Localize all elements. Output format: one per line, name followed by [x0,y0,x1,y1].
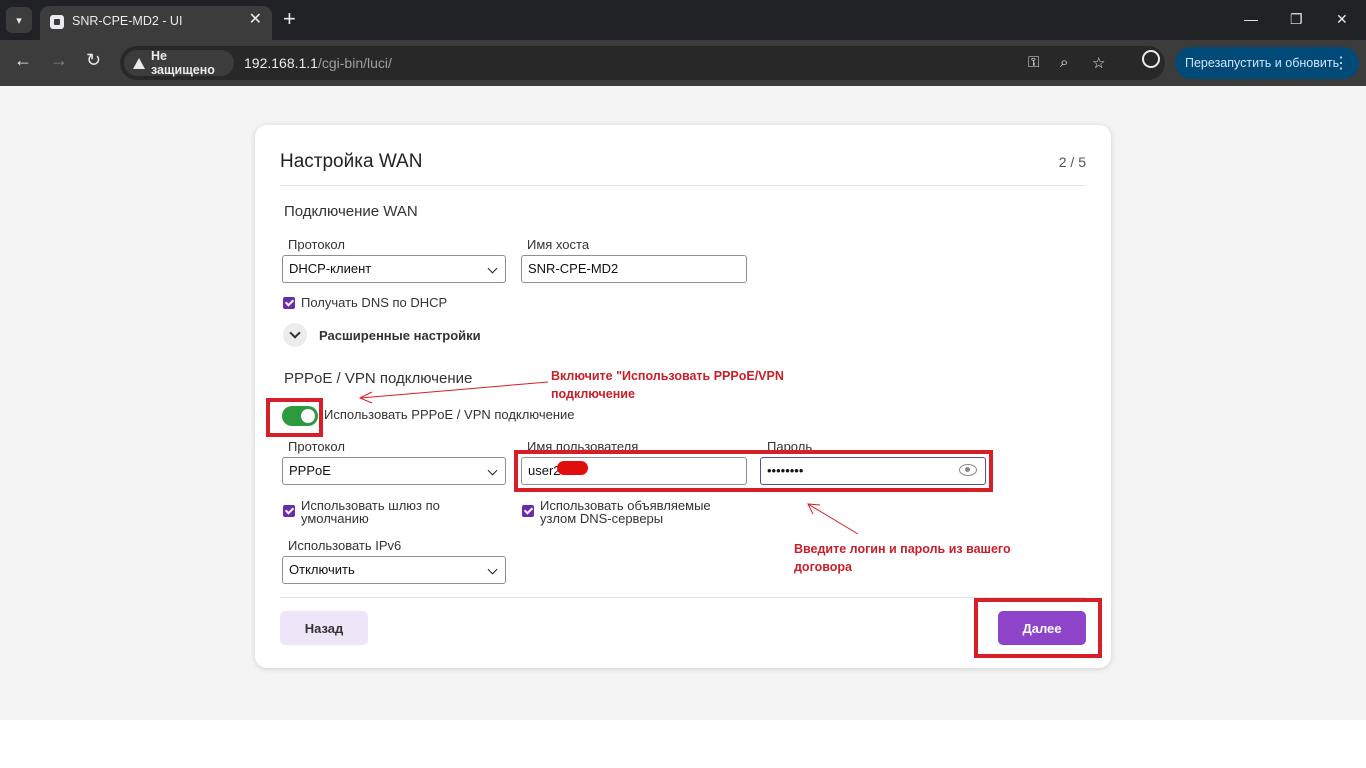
note-toggle: Включите "Использовать PPPoE/VPN подключ… [551,367,784,403]
arrow-to-credentials [807,503,859,535]
arrow-to-toggle [359,381,549,399]
note-credentials-line1: Введите логин и пароль из вашего [794,542,1011,556]
note-toggle-line2: подключение [551,387,635,401]
note-toggle-line1: Включите "Использовать PPPoE/VPN [551,369,784,383]
note-credentials: Введите логин и пароль из вашего договор… [794,540,1011,576]
note-credentials-line2: договора [794,560,852,574]
